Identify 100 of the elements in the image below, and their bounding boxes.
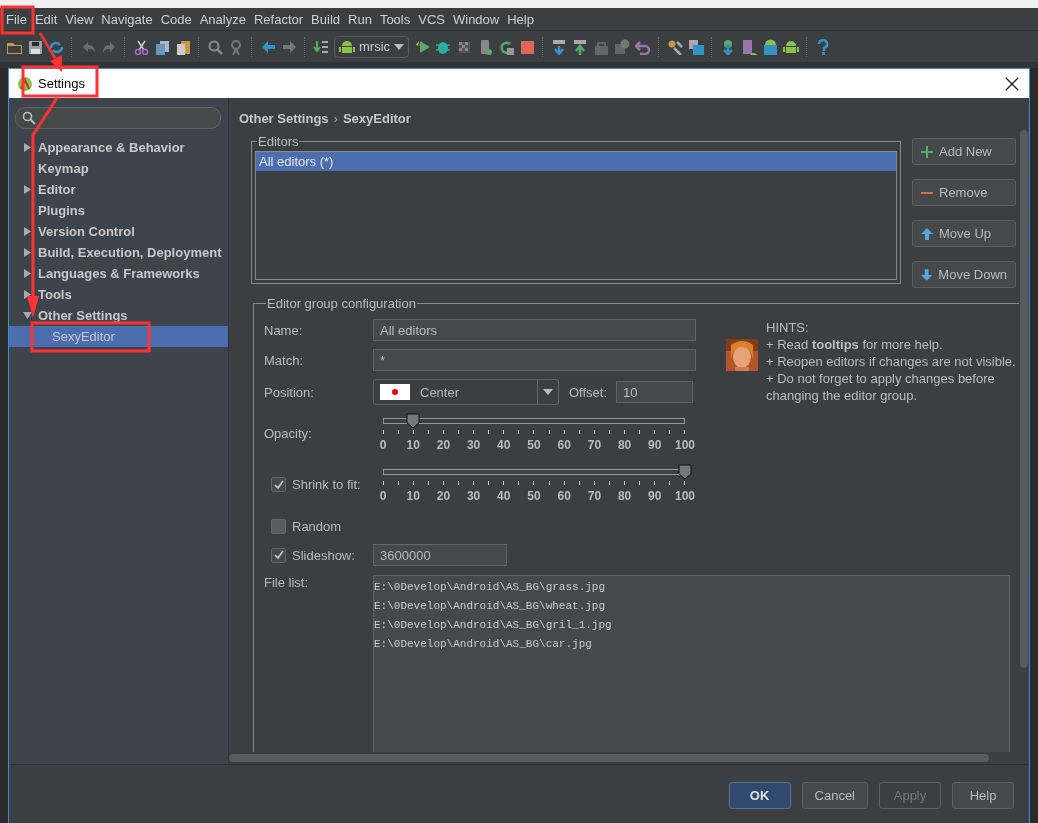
rerun-icon[interactable] xyxy=(498,38,515,55)
file-list-area[interactable]: E:\0Develop\Android\AS_BG\grass.jpg E:\0Develop\Android\AS_BG\wheat.jpg E:\0Develop\Android\AS_BG\gril_1.jpg E:\0Develop\Android\AS_BG\car.jpg xyxy=(373,575,1010,752)
revert-icon[interactable] xyxy=(635,38,652,55)
field-label: Opacity: xyxy=(264,426,313,441)
tick-label: 20 xyxy=(436,489,451,503)
tree-item[interactable]: Other Settings xyxy=(9,305,228,326)
text-field[interactable]: * xyxy=(373,349,696,371)
checkbox[interactable] xyxy=(271,477,286,492)
hint-text: + Do not forget to apply changes before changing the editor group. xyxy=(766,370,996,404)
device-android-icon[interactable] xyxy=(741,38,758,55)
scissors-icon[interactable] xyxy=(133,38,149,55)
caret-right-icon xyxy=(23,143,32,152)
floppy-icon[interactable] xyxy=(27,38,43,55)
editor-action-button[interactable]: Add New xyxy=(912,138,1016,165)
file-path: E:\0Develop\Android\AS_BG\wheat.jpg xyxy=(374,599,607,614)
tree-item[interactable]: Appearance & Behavior xyxy=(9,137,228,158)
check-icon xyxy=(273,550,284,560)
tick-label: 70 xyxy=(587,489,602,503)
tick-label: 30 xyxy=(466,489,481,503)
dialog-title: Settings xyxy=(38,76,85,91)
down-arrow-icon xyxy=(921,268,933,281)
tick-label: 80 xyxy=(617,489,632,503)
tree-item[interactable]: Plugins xyxy=(9,200,228,221)
menu-item[interactable]: Code xyxy=(156,11,196,27)
stop-icon[interactable] xyxy=(519,38,536,55)
position-dropdown[interactable]: Center xyxy=(373,379,559,405)
text-field[interactable]: All editors xyxy=(373,319,696,341)
annotation-box xyxy=(0,5,35,35)
caret-right-icon xyxy=(23,227,32,236)
play-icon[interactable] xyxy=(414,38,431,55)
menu-item[interactable]: Refactor xyxy=(249,11,308,27)
wrench-icon[interactable] xyxy=(667,38,684,55)
run-configuration-dropdown[interactable]: mrsic xyxy=(334,35,410,58)
tree-item[interactable]: Keymap xyxy=(9,158,228,179)
vcs-up-icon[interactable] xyxy=(572,38,589,55)
checkbox[interactable] xyxy=(271,547,286,563)
flag-icon xyxy=(380,384,410,400)
checkbox-label: Shrink to fit: xyxy=(292,477,361,492)
dialog-button[interactable]: Cancel xyxy=(801,782,868,809)
slider-thumb[interactable] xyxy=(678,464,692,480)
menu-item[interactable]: View xyxy=(61,11,98,27)
annotation-arrow xyxy=(38,32,62,72)
tick-label: 0 xyxy=(379,438,387,452)
vcs-down-icon[interactable] xyxy=(551,38,568,55)
copy-icon[interactable] xyxy=(154,38,170,55)
editor-action-button[interactable]: Move Up xyxy=(912,220,1016,247)
binary-arrow-icon[interactable] xyxy=(313,38,329,55)
text-field[interactable]: 10 xyxy=(616,381,694,403)
android-icon[interactable] xyxy=(783,38,800,55)
tick-label: 50 xyxy=(527,489,541,503)
menu-item[interactable]: VCS xyxy=(414,11,449,27)
caret-right-icon xyxy=(23,269,32,278)
tree-item[interactable]: Editor xyxy=(9,179,228,200)
menu-item[interactable]: Run xyxy=(344,11,376,27)
tick-label: 20 xyxy=(436,438,451,452)
menu-item[interactable]: Window xyxy=(448,11,504,27)
menu-item[interactable]: File xyxy=(2,11,31,27)
menu-item[interactable]: Edit xyxy=(30,11,62,27)
tree-item[interactable]: Build, Execution, Deployment xyxy=(9,242,228,263)
breadcrumb-item[interactable]: SexyEditor xyxy=(342,110,411,126)
tick-label: 50 xyxy=(527,438,541,452)
tree-item[interactable]: Languages & Frameworks xyxy=(9,263,228,284)
menu-item[interactable]: Build xyxy=(307,11,344,27)
tree-item[interactable]: SexyEditor xyxy=(9,326,228,347)
caret-right-icon xyxy=(23,185,32,194)
caret-down-icon xyxy=(23,311,32,320)
text-field[interactable]: 3600000 xyxy=(373,544,507,566)
group-title: Editors xyxy=(257,134,300,149)
field-label: Name: xyxy=(264,322,304,338)
dialog-button[interactable]: OK xyxy=(728,782,791,809)
android-box-icon[interactable] xyxy=(762,38,779,55)
menu-item[interactable]: Analyze xyxy=(195,11,250,27)
dialog-button[interactable]: Help xyxy=(952,782,1014,809)
list-item[interactable]: All editors (*) xyxy=(256,152,896,171)
menu-item[interactable]: Help xyxy=(503,11,538,27)
tick-label: 10 xyxy=(406,438,420,452)
checkbox[interactable] xyxy=(271,518,286,534)
tree-item[interactable]: Tools xyxy=(9,284,228,305)
right-arrow-icon[interactable] xyxy=(281,38,297,55)
group-title: Editor group configuration xyxy=(266,296,417,311)
search-field[interactable] xyxy=(15,107,221,129)
tick-label: 100 xyxy=(675,438,695,452)
editor-action-button[interactable]: Move Down xyxy=(912,261,1016,288)
close-icon[interactable] xyxy=(1005,76,1019,91)
menu-item[interactable]: Navigate xyxy=(97,11,157,27)
slider-thumb[interactable] xyxy=(406,413,421,429)
paste-icon[interactable] xyxy=(175,38,191,55)
tick-label: 90 xyxy=(648,489,662,503)
project-structure-icon[interactable] xyxy=(688,38,705,55)
tick-label: 60 xyxy=(557,489,571,503)
checkbox-label: Random xyxy=(292,518,342,534)
tree-item[interactable]: Version Control xyxy=(9,221,228,242)
breadcrumb-item[interactable]: Other Settings xyxy=(239,110,329,126)
checkbox-label: Slideshow: xyxy=(292,547,355,563)
file-path: E:\0Develop\Android\AS_BG\grass.jpg xyxy=(374,580,607,595)
menu-item[interactable]: Tools xyxy=(375,11,415,27)
tick-label: 70 xyxy=(587,438,602,452)
tick-label: 100 xyxy=(675,489,695,503)
breadcrumb-separator: › xyxy=(333,110,338,126)
editor-action-button[interactable]: Remove xyxy=(912,179,1016,206)
